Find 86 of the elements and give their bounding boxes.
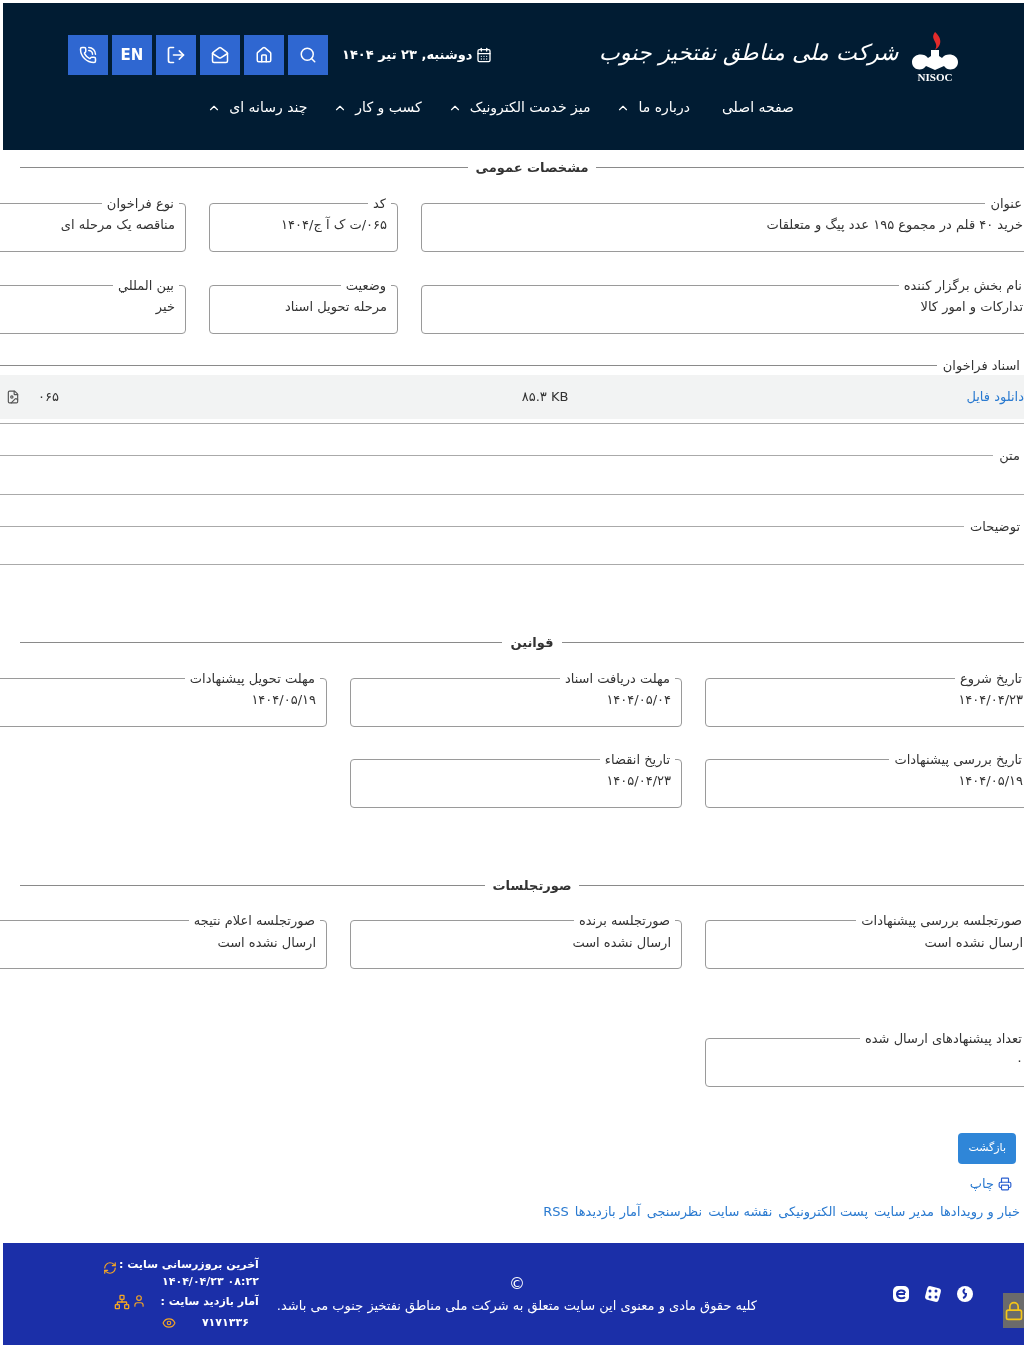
print-icon bbox=[998, 1176, 1012, 1191]
section-label: توضیحات bbox=[969, 517, 1021, 536]
field-label: تاریخ بررسی پیشنهادات bbox=[893, 750, 1023, 769]
field-value: ۰۶۵/ت ک آ ج/۱۴۰۴ bbox=[280, 215, 387, 234]
lock-icon bbox=[1004, 1300, 1024, 1321]
visits-label: آمار بازدید سایت : bbox=[160, 1294, 259, 1310]
section-title: صورتجلسات bbox=[491, 876, 573, 895]
home-icon bbox=[255, 46, 273, 64]
user-icon bbox=[132, 1294, 147, 1309]
logout-button[interactable] bbox=[156, 35, 196, 75]
footer-link[interactable]: خبار و رویدادها bbox=[940, 1201, 1020, 1221]
sitemap-icon bbox=[114, 1294, 131, 1311]
file-name: ۰۶۵ bbox=[38, 388, 59, 407]
documents-label: اسناد فراخوان bbox=[941, 356, 1021, 375]
footer-link[interactable]: نظرسنجی bbox=[646, 1201, 703, 1221]
copyright-sign: © bbox=[508, 1273, 525, 1296]
chat-icon bbox=[956, 1285, 974, 1303]
lock-widget[interactable] bbox=[1003, 1293, 1024, 1328]
field-label: تاریخ شروع bbox=[958, 669, 1023, 688]
field-label: کد bbox=[372, 194, 387, 213]
footer-link[interactable]: پست الکترونیکی bbox=[778, 1201, 869, 1221]
field-value: مرحله تحویل اسناد bbox=[283, 298, 387, 317]
logo-icon bbox=[912, 31, 958, 70]
field-value: ۱۴۰۴/۰۴/۲۳ bbox=[957, 691, 1023, 709]
field-label: مهلت تحویل پیشنهادات bbox=[188, 669, 316, 688]
section-label: متن bbox=[998, 447, 1021, 466]
nav-item[interactable]: درباره ما bbox=[616, 97, 690, 118]
footer-link[interactable]: مدیر سایت bbox=[874, 1201, 935, 1221]
field-label: صورتجلسه بررسی پیشنهادات bbox=[860, 912, 1023, 931]
footer-link[interactable]: آمار بازدیدها bbox=[574, 1201, 641, 1221]
file-size: ۸۵.۳ KB bbox=[521, 388, 569, 407]
date-text: دوشنبه, ۲۳ تیر ۱۴۰۴ bbox=[342, 46, 473, 65]
field-value: ارسال نشده است bbox=[216, 933, 316, 952]
update-label: آخرین بروزرسانی سایت : bbox=[119, 1257, 259, 1273]
field-label: عنوان bbox=[989, 194, 1023, 213]
field-label: صورتجلسه اعلام نتیجه bbox=[192, 912, 316, 931]
field-value: تدارکات و امور کالا bbox=[919, 298, 1023, 317]
field-label: صورتجلسه برنده bbox=[577, 912, 671, 931]
logout-icon bbox=[166, 45, 186, 65]
language-button[interactable]: EN bbox=[112, 35, 152, 75]
copyright-text: کلیه حقوق مادی و معنوی این سایت متعلق به شرکت ملی مناطق نفتخیز جنوب می باشد. bbox=[276, 1297, 757, 1316]
mail-icon bbox=[211, 46, 229, 64]
search-icon bbox=[299, 46, 317, 64]
phone-button[interactable] bbox=[68, 35, 108, 75]
field-value: خیر bbox=[154, 298, 175, 317]
nav-item[interactable]: صفحه اصلی bbox=[721, 97, 794, 118]
field-value: ۱۴۰۴/۰۵/۱۹ bbox=[250, 691, 316, 709]
footer-link[interactable]: RSS bbox=[543, 1201, 569, 1221]
e-logo-icon bbox=[892, 1285, 910, 1303]
field-value: ارسال نشده است bbox=[923, 933, 1023, 952]
field-label: وضعیت bbox=[344, 276, 387, 295]
mail-button[interactable] bbox=[200, 35, 240, 75]
section-title: مشخصات عمومی bbox=[474, 159, 590, 177]
logo-caption: NISOC bbox=[917, 71, 953, 83]
field-value: ۰ bbox=[1015, 1051, 1023, 1070]
field-value: ۱۴۰۵/۰۴/۲۳ bbox=[605, 772, 671, 790]
phone-icon bbox=[79, 46, 97, 64]
visits-count: ۷۱۷۱۳۳۶ bbox=[201, 1314, 250, 1331]
field-value: ۱۴۰۴/۰۵/۰۴ bbox=[605, 691, 671, 709]
field-value: ۱۴۰۴/۰۵/۱۹ bbox=[957, 772, 1023, 790]
footer-link[interactable]: نقشه سایت bbox=[708, 1201, 773, 1221]
dice-icon bbox=[924, 1285, 942, 1303]
eye-icon bbox=[161, 1315, 176, 1330]
print-link[interactable]: چاپ bbox=[969, 1174, 994, 1194]
search-button[interactable] bbox=[288, 35, 328, 75]
field-label: تاریخ انقضاء bbox=[603, 750, 671, 769]
home-button[interactable] bbox=[244, 35, 284, 75]
file-icon bbox=[6, 390, 20, 404]
refresh-icon bbox=[103, 1261, 117, 1275]
field-label: تعداد پیشنهادهای ارسال شده bbox=[863, 1030, 1023, 1048]
field-label: نوع فراخوان bbox=[105, 194, 175, 213]
field-label: نام بخش برگزار کننده bbox=[902, 276, 1023, 295]
nav-item[interactable]: میز خدمت الکترونیک bbox=[447, 97, 591, 118]
update-time: ۰۸:۲۲ ۱۴۰۴/۰۴/۲۳ bbox=[161, 1273, 259, 1290]
field-label: مهلت دریافت اسناد bbox=[563, 669, 671, 688]
nav-item[interactable]: چند رسانه ای bbox=[207, 97, 308, 118]
field-value: خرید ۴۰ قلم در مجموع ۱۹۵ عدد پیگ و متعلقات bbox=[765, 216, 1023, 235]
download-link[interactable]: دانلود فایل bbox=[966, 387, 1024, 407]
logo-text: شرکت ملی مناطق نفتخیز جنوب bbox=[599, 38, 898, 68]
field-value: ارسال نشده است bbox=[571, 933, 671, 952]
back-button[interactable]: بازگشت bbox=[958, 1133, 1016, 1164]
field-label: بين المللي bbox=[116, 276, 175, 295]
field-value: مناقصه یک مرحله ای bbox=[59, 216, 175, 234]
nav-item[interactable]: کسب و کار bbox=[333, 97, 422, 118]
section-title: قوانین bbox=[509, 634, 555, 652]
calendar-icon bbox=[476, 47, 493, 63]
